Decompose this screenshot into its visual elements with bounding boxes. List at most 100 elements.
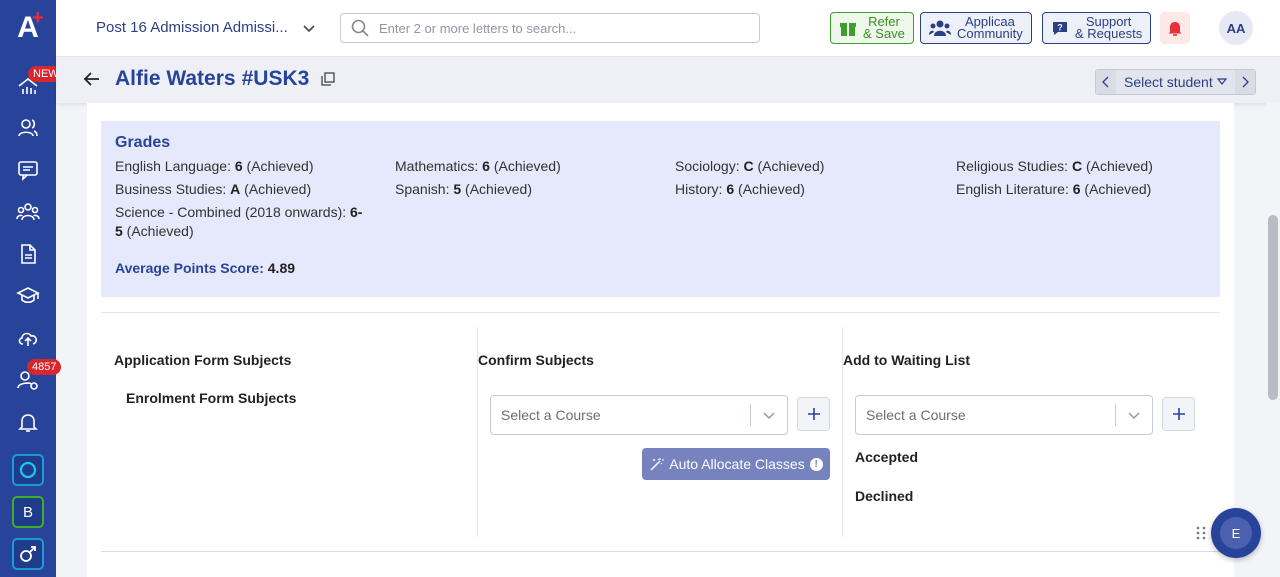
- grade-item: Mathematics: 6 (Achieved): [395, 158, 561, 174]
- chevron-down-icon: [763, 412, 775, 420]
- waiting-course-select[interactable]: Select a Course: [855, 395, 1153, 435]
- aps-value: 4.89: [267, 260, 296, 276]
- grade-item: Business Studies: A (Achieved): [115, 181, 312, 197]
- divider: [101, 551, 1220, 552]
- divider: [101, 312, 1220, 313]
- support-line2: & Requests: [1075, 26, 1143, 41]
- prev-student-button[interactable]: [1096, 70, 1116, 94]
- next-student-button[interactable]: [1234, 70, 1255, 94]
- drag-handle-icon[interactable]: [1196, 526, 1206, 540]
- student-navigator: Select student: [1095, 69, 1256, 95]
- search-box: [340, 13, 760, 43]
- confirm-course-placeholder: Select a Course: [501, 407, 601, 423]
- auto-allocate-classes-button[interactable]: Auto Allocate Classes !: [642, 448, 830, 480]
- student-id: #USK3: [241, 67, 310, 90]
- student-header: Alfie Waters #USK3 Select student: [56, 57, 1280, 103]
- alerts-button[interactable]: [1160, 12, 1190, 44]
- add-confirm-course-button[interactable]: [797, 397, 830, 431]
- accepted-heading: Accepted: [855, 449, 919, 465]
- community-icon: [929, 20, 951, 36]
- sidebar: A + NEW 4857 B: [0, 0, 64, 577]
- bell-alert-icon: [1168, 22, 1182, 36]
- document-icon: [21, 244, 36, 264]
- community-button[interactable]: Applicaa Community: [920, 12, 1032, 44]
- caret-down-icon: [1216, 78, 1227, 85]
- bell-icon: [18, 414, 38, 432]
- ring-icon: [19, 461, 37, 479]
- chat-assistant-button[interactable]: E: [1211, 508, 1261, 558]
- graduation-cap-icon: [16, 287, 40, 304]
- select-separator: [1115, 404, 1116, 426]
- grades-panel: Grades English Language: 6 (Achieved) Ma…: [101, 121, 1220, 297]
- chevron-right-icon: [1242, 76, 1249, 88]
- user-avatar[interactable]: AA: [1219, 11, 1253, 45]
- copy-icon[interactable]: [321, 72, 335, 86]
- sidebar-item-documents[interactable]: [0, 233, 56, 275]
- grade-item: Spanish: 5 (Achieved): [395, 181, 532, 197]
- waiting-list-heading: Add to Waiting List: [843, 352, 971, 368]
- auto-allocate-label: Auto Allocate Classes: [669, 456, 805, 472]
- confirm-course-select[interactable]: Select a Course: [490, 395, 788, 435]
- count-badge: 4857: [27, 359, 62, 375]
- organisation-select[interactable]: Post 16 Admission Admissi...: [96, 19, 316, 36]
- select-separator: [750, 404, 751, 426]
- grade-item: English Literature: 6 (Achieved): [956, 181, 1152, 197]
- question-chat-icon: ?: [1053, 22, 1067, 35]
- plus-icon: [1172, 408, 1185, 420]
- arrow-left-icon: [83, 72, 99, 86]
- sidebar-item-notifications[interactable]: [0, 401, 56, 443]
- users-icon: [18, 119, 38, 137]
- search-input[interactable]: [379, 20, 749, 36]
- refer-save-button[interactable]: Refer & Save: [830, 12, 914, 44]
- application-subjects-heading: Application Form Subjects: [114, 352, 292, 368]
- refer-label: Refer & Save: [863, 15, 905, 41]
- refer-line2: & Save: [863, 26, 905, 41]
- top-bar: Post 16 Admission Admissi... Refer& Save…: [56, 0, 1280, 57]
- student-name: Alfie Waters: [115, 67, 236, 90]
- sidebar-item-upload[interactable]: [0, 317, 56, 359]
- scrollbar-thumb[interactable]: [1268, 215, 1278, 400]
- add-waiting-course-button[interactable]: [1162, 397, 1195, 431]
- sidebar-item-users[interactable]: [0, 107, 56, 149]
- back-button[interactable]: [82, 69, 102, 94]
- select-student-label: Select student: [1124, 74, 1213, 90]
- info-icon: !: [809, 457, 823, 471]
- app-tile-o[interactable]: [12, 454, 44, 486]
- app-logo[interactable]: A +: [0, 0, 56, 56]
- community-line2: Community: [957, 26, 1023, 41]
- male-symbol-icon: [20, 546, 36, 562]
- sidebar-item-courses[interactable]: [0, 275, 56, 317]
- declined-heading: Declined: [855, 488, 914, 504]
- app-tile-b[interactable]: B: [12, 496, 44, 528]
- average-points-score: Average Points Score: 4.89: [115, 260, 295, 276]
- waiting-course-placeholder: Select a Course: [866, 407, 966, 423]
- magic-wand-icon: [650, 457, 665, 471]
- gift-icon: [840, 23, 856, 36]
- main-content: Grades English Language: 6 (Achieved) Ma…: [87, 103, 1234, 577]
- support-label: Support & Requests: [1075, 15, 1143, 41]
- support-button[interactable]: ? Support & Requests: [1042, 12, 1152, 44]
- sidebar-item-groups[interactable]: [0, 191, 56, 233]
- chevron-down-icon: [303, 24, 315, 32]
- student-title: Alfie Waters #USK3: [115, 67, 335, 91]
- search-icon: [351, 19, 369, 37]
- group-icon: [16, 203, 40, 221]
- confirm-subjects-heading: Confirm Subjects: [478, 352, 594, 368]
- plus-icon: [807, 408, 820, 420]
- logo-plus: +: [32, 7, 44, 29]
- cloud-upload-icon: [18, 332, 38, 346]
- grade-item: Sociology: C (Achieved): [675, 158, 825, 174]
- select-student-dropdown[interactable]: Select student: [1116, 70, 1235, 94]
- grade-item: Religious Studies: C (Achieved): [956, 158, 1153, 174]
- grade-item: History: 6 (Achieved): [675, 181, 805, 197]
- community-label: Applicaa Community: [957, 15, 1023, 41]
- app-b-label: B: [22, 503, 33, 521]
- svg-text:?: ?: [1057, 23, 1063, 33]
- app-tile-gender[interactable]: [12, 538, 44, 570]
- organisation-name: Post 16 Admission Admissi...: [96, 19, 288, 36]
- sidebar-item-messages[interactable]: [0, 149, 56, 191]
- grades-title: Grades: [115, 134, 171, 151]
- message-icon: [18, 161, 38, 181]
- chevron-left-icon: [1102, 76, 1109, 88]
- aps-label: Average Points Score:: [115, 260, 268, 276]
